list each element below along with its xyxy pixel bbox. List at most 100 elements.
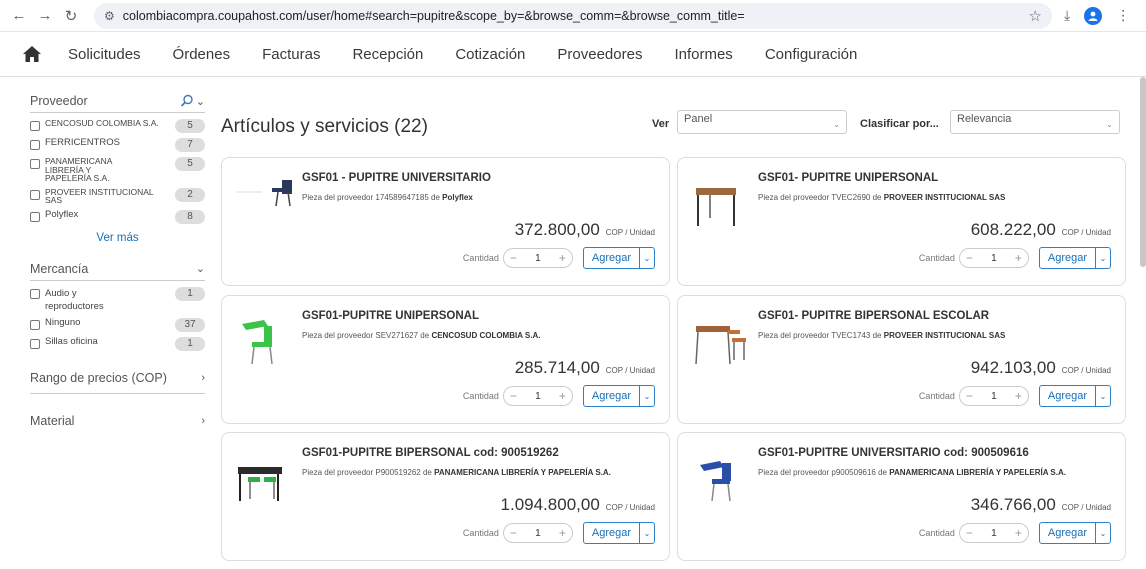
add-button-label[interactable]: Agregar	[1040, 523, 1096, 543]
chevron-right-icon[interactable]: ›	[201, 372, 205, 384]
checkbox[interactable]	[30, 338, 40, 349]
minus-icon[interactable]: −	[966, 251, 973, 265]
chevron-down-icon[interactable]: ⌄	[1096, 523, 1110, 543]
nav-ordenes[interactable]: Órdenes	[173, 46, 231, 63]
plus-icon[interactable]: +	[559, 251, 566, 265]
desk-image[interactable]	[690, 308, 752, 370]
quantity-stepper[interactable]: − 1 +	[502, 386, 573, 406]
facet-option[interactable]: Polyflex 8	[30, 209, 205, 224]
nav-informes[interactable]: Informes	[674, 46, 732, 63]
facet-option[interactable]: CENCOSUD COLOMBIA S.A. 5	[30, 119, 205, 133]
plus-icon[interactable]: +	[1015, 389, 1022, 403]
add-button[interactable]: Agregar ⌄	[1038, 385, 1111, 407]
chevron-down-icon[interactable]: ⌄	[196, 262, 205, 275]
site-settings-icon[interactable]: ⚙	[104, 9, 115, 23]
add-button[interactable]: Agregar ⌄	[1038, 247, 1111, 269]
chevron-down-icon[interactable]: ⌄	[1096, 248, 1110, 268]
quantity-stepper[interactable]: − 1 +	[958, 523, 1029, 543]
url-text[interactable]: colombiacompra.coupahost.com/user/home#s…	[123, 9, 1029, 23]
checkbox[interactable]	[30, 121, 40, 131]
quantity-value[interactable]: 1	[535, 253, 541, 264]
checkbox[interactable]	[30, 319, 40, 330]
checkbox[interactable]	[30, 288, 40, 299]
checkbox[interactable]	[30, 189, 40, 200]
desk-chair-image[interactable]	[234, 308, 296, 370]
plus-icon[interactable]: +	[1015, 526, 1022, 540]
desk-chair-image[interactable]	[690, 445, 752, 507]
minus-icon[interactable]: −	[966, 389, 973, 403]
search-icon[interactable]	[180, 94, 194, 108]
chevron-down-icon[interactable]: ⌄	[640, 523, 654, 543]
minus-icon[interactable]: −	[510, 526, 517, 540]
sort-select[interactable]: Relevancia ⌄	[950, 110, 1120, 134]
desk-image[interactable]	[690, 170, 752, 232]
add-button-label[interactable]: Agregar	[1040, 248, 1096, 268]
ver-mas-link[interactable]: Ver más	[30, 232, 205, 244]
facet-rango-header[interactable]: Rango de precios (COP) ›	[30, 367, 205, 394]
product-name[interactable]: GSF01-PUPITRE UNIVERSITARIO cod: 9005096…	[758, 447, 1029, 459]
nav-proveedores[interactable]: Proveedores	[557, 46, 642, 63]
menu-kebab-icon[interactable]: ⋮	[1116, 7, 1130, 24]
add-button[interactable]: Agregar ⌄	[582, 247, 655, 269]
nav-cotizacion[interactable]: Cotización	[455, 46, 525, 63]
product-name[interactable]: GSF01-PUPITRE BIPERSONAL cod: 900519262	[302, 447, 559, 459]
desk-image[interactable]	[234, 445, 296, 507]
reload-icon[interactable]: ↻	[60, 5, 82, 27]
profile-avatar-icon[interactable]	[1084, 6, 1103, 25]
minus-icon[interactable]: −	[510, 389, 517, 403]
address-bar[interactable]: ⚙ colombiacompra.coupahost.com/user/home…	[94, 2, 1052, 29]
add-button[interactable]: Agregar ⌄	[582, 522, 655, 544]
product-name[interactable]: GSF01 - PUPITRE UNIVERSITARIO	[302, 172, 491, 184]
chevron-down-icon[interactable]: ⌄	[640, 248, 654, 268]
checkbox[interactable]	[30, 159, 40, 169]
quantity-value[interactable]: 1	[991, 528, 997, 539]
nav-facturas[interactable]: Facturas	[262, 46, 320, 63]
add-button-label[interactable]: Agregar	[584, 386, 640, 406]
add-button[interactable]: Agregar ⌄	[582, 385, 655, 407]
facet-option[interactable]: Audio y reproductores 1	[30, 286, 205, 313]
add-button-label[interactable]: Agregar	[1040, 386, 1096, 406]
nav-solicitudes[interactable]: Solicitudes	[68, 46, 141, 63]
chevron-down-icon[interactable]: ⌄	[196, 95, 205, 108]
checkbox[interactable]	[30, 140, 40, 150]
add-button-label[interactable]: Agregar	[584, 523, 640, 543]
plus-icon[interactable]: +	[1015, 251, 1022, 265]
facet-option[interactable]: Ninguno 37	[30, 317, 205, 332]
facet-option[interactable]: PROVEER INSTITUCIONAL SAS 2	[30, 187, 205, 205]
quantity-value[interactable]: 1	[991, 391, 997, 402]
checkbox[interactable]	[30, 211, 40, 222]
bookmark-star-icon[interactable]: ☆	[1029, 7, 1042, 25]
product-name[interactable]: GSF01- PUPITRE BIPERSONAL ESCOLAR	[758, 310, 989, 322]
quantity-value[interactable]: 1	[991, 253, 997, 264]
quantity-stepper[interactable]: − 1 +	[502, 248, 573, 268]
quantity-value[interactable]: 1	[535, 528, 541, 539]
facet-mercancia-header[interactable]: Mercancía ⌄	[30, 258, 205, 281]
desk-chair-image[interactable]	[234, 170, 296, 232]
add-button[interactable]: Agregar ⌄	[1038, 522, 1111, 544]
nav-recepcion[interactable]: Recepción	[352, 46, 423, 63]
quantity-stepper[interactable]: − 1 +	[958, 248, 1029, 268]
quantity-stepper[interactable]: − 1 +	[958, 386, 1029, 406]
nav-configuracion[interactable]: Configuración	[765, 46, 858, 63]
product-name[interactable]: GSF01-PUPITRE UNIPERSONAL	[302, 310, 479, 322]
quantity-value[interactable]: 1	[535, 391, 541, 402]
download-icon[interactable]: ⤓	[1064, 7, 1070, 24]
chevron-down-icon[interactable]: ⌄	[640, 386, 654, 406]
facet-option[interactable]: PANAMERICANA LIBRERÍA Y PAPELERÍA S.A. 5	[30, 157, 205, 183]
home-icon[interactable]	[22, 44, 42, 64]
facet-proveedor-header[interactable]: Proveedor ⌄	[30, 90, 205, 113]
minus-icon[interactable]: −	[510, 251, 517, 265]
back-arrow-icon[interactable]: ←	[8, 5, 30, 27]
chevron-down-icon[interactable]: ⌄	[1096, 386, 1110, 406]
chevron-right-icon[interactable]: ›	[201, 415, 205, 427]
plus-icon[interactable]: +	[559, 389, 566, 403]
view-select[interactable]: Panel ⌄	[677, 110, 847, 134]
quantity-stepper[interactable]: − 1 +	[502, 523, 573, 543]
scrollbar[interactable]	[1140, 77, 1146, 267]
plus-icon[interactable]: +	[559, 526, 566, 540]
forward-arrow-icon[interactable]: →	[34, 5, 56, 27]
facet-option[interactable]: FERRICENTROS 7	[30, 138, 205, 152]
minus-icon[interactable]: −	[966, 526, 973, 540]
add-button-label[interactable]: Agregar	[584, 248, 640, 268]
facet-material-header[interactable]: Material ›	[30, 410, 205, 432]
